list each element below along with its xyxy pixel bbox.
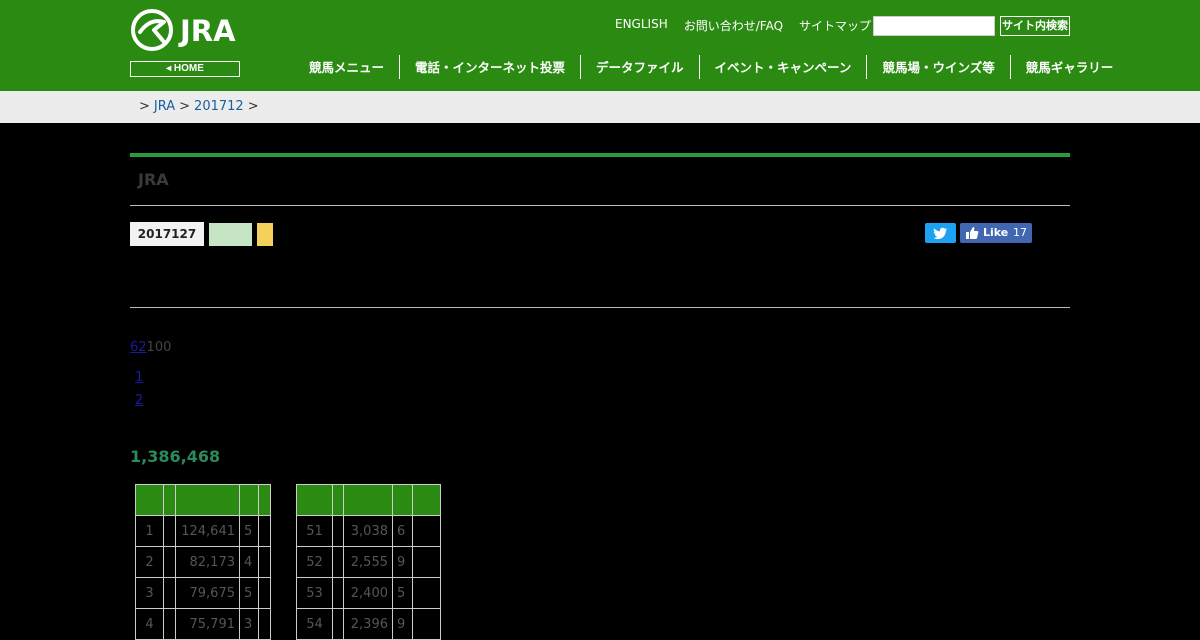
rank-cell: 51 (296, 515, 333, 547)
breadcrumb-separator: > (139, 99, 150, 114)
nav-item-events[interactable]: イベント・キャンペーン (698, 55, 867, 79)
nav-item-datafile[interactable]: データファイル (580, 55, 699, 79)
rank-cell: 54 (296, 608, 333, 640)
facebook-like-label: Like (983, 226, 1009, 239)
breadcrumb-separator: > (179, 99, 191, 114)
utility-links: ENGLISH お問い合わせ/FAQ サイトマップ (615, 17, 871, 34)
util-link-faq[interactable]: お問い合わせ/FAQ (684, 17, 783, 34)
divider (130, 307, 1070, 308)
result-count: 62100 (130, 340, 171, 355)
ranking-table-left: 1 124,641 5 2 82,173 4 3 79,675 5 4 75,7… (135, 484, 271, 640)
facebook-like-count: 17 (1013, 226, 1027, 239)
table-header-row (296, 484, 441, 516)
value-cell: 2,400 (343, 577, 393, 609)
home-button[interactable]: ◂ HOME (130, 61, 240, 77)
search-button[interactable]: サイト内検索 (1000, 16, 1070, 36)
value-cell: 2,396 (343, 608, 393, 640)
table-row: 2 82,173 4 (135, 546, 271, 578)
logo-text: JRA (180, 14, 236, 48)
table-row: 51 3,038 6 (296, 515, 441, 547)
count-cell: 6 (392, 515, 413, 547)
jra-logo[interactable]: JRA (130, 8, 240, 54)
value-cell: 79,675 (175, 577, 240, 609)
count-cell: 9 (392, 608, 413, 640)
total-count: 1,386,468 (130, 447, 221, 466)
facebook-like-button[interactable]: Like 17 (960, 223, 1032, 243)
count-cell: 3 (239, 608, 259, 640)
page-link-2[interactable]: 2 (135, 393, 143, 408)
main-nav: 競馬メニュー 電話・インターネット投票 データファイル イベント・キャンペーン … (294, 55, 1128, 79)
nav-item-racecourses[interactable]: 競馬場・ウインズ等 (866, 55, 1009, 79)
rank-cell: 53 (296, 577, 333, 609)
twitter-bird-icon (933, 227, 948, 240)
nav-item-gallery[interactable]: 競馬ギャラリー (1009, 55, 1129, 79)
table-row: 54 2,396 9 (296, 608, 441, 640)
table-header-row (135, 484, 271, 516)
util-link-sitemap[interactable]: サイトマップ (799, 17, 871, 34)
value-cell: 3,038 (343, 515, 393, 547)
thumbs-up-icon (966, 227, 979, 239)
value-cell: 75,791 (175, 608, 240, 640)
count-cell: 5 (239, 577, 259, 609)
twitter-share-button[interactable] (925, 223, 956, 243)
rank-cell: 2 (135, 546, 164, 578)
table-row: 1 124,641 5 (135, 515, 271, 547)
nav-item-voting[interactable]: 電話・インターネット投票 (399, 55, 580, 79)
page-title: JRA (138, 170, 169, 189)
value-cell: 2,555 (343, 546, 393, 578)
nav-item-menu[interactable]: 競馬メニュー (294, 55, 399, 79)
result-count-link[interactable]: 62 (130, 340, 147, 355)
util-link-english[interactable]: ENGLISH (615, 17, 668, 34)
breadcrumb-separator: > (247, 99, 259, 114)
count-cell: 5 (392, 577, 413, 609)
breadcrumb: > JRA >201712 > (0, 91, 1200, 123)
site-header: JRA ◂ HOME ENGLISH お問い合わせ/FAQ サイトマップ サイト… (0, 0, 1200, 91)
value-cell: 82,173 (175, 546, 240, 578)
category-tag-green (209, 223, 252, 246)
breadcrumb-link-201712[interactable]: 201712 (194, 99, 244, 114)
rank-cell: 52 (296, 546, 333, 578)
ranking-table-right: 51 3,038 6 52 2,555 9 53 2,400 5 54 2,39… (296, 484, 441, 640)
rank-cell: 3 (135, 577, 164, 609)
count-cell: 5 (239, 515, 259, 547)
divider (130, 205, 1070, 206)
value-cell: 124,641 (175, 515, 240, 547)
rank-cell: 1 (135, 515, 164, 547)
table-row: 52 2,555 9 (296, 546, 441, 578)
table-row: 3 79,675 5 (135, 577, 271, 609)
breadcrumb-link-jra[interactable]: JRA (154, 99, 175, 114)
category-tag-yellow (257, 223, 273, 246)
table-row: 4 75,791 3 (135, 608, 271, 640)
count-cell: 4 (239, 546, 259, 578)
rank-cell: 4 (135, 608, 164, 640)
search-input[interactable] (873, 16, 995, 36)
jra-logo-mark-icon (131, 9, 173, 51)
date-badge: 2017127 (130, 222, 204, 246)
count-cell: 9 (392, 546, 413, 578)
page-link-1[interactable]: 1 (135, 370, 143, 385)
result-count-rest: 100 (146, 340, 172, 355)
table-row: 53 2,400 5 (296, 577, 441, 609)
title-accent-bar (130, 153, 1070, 157)
